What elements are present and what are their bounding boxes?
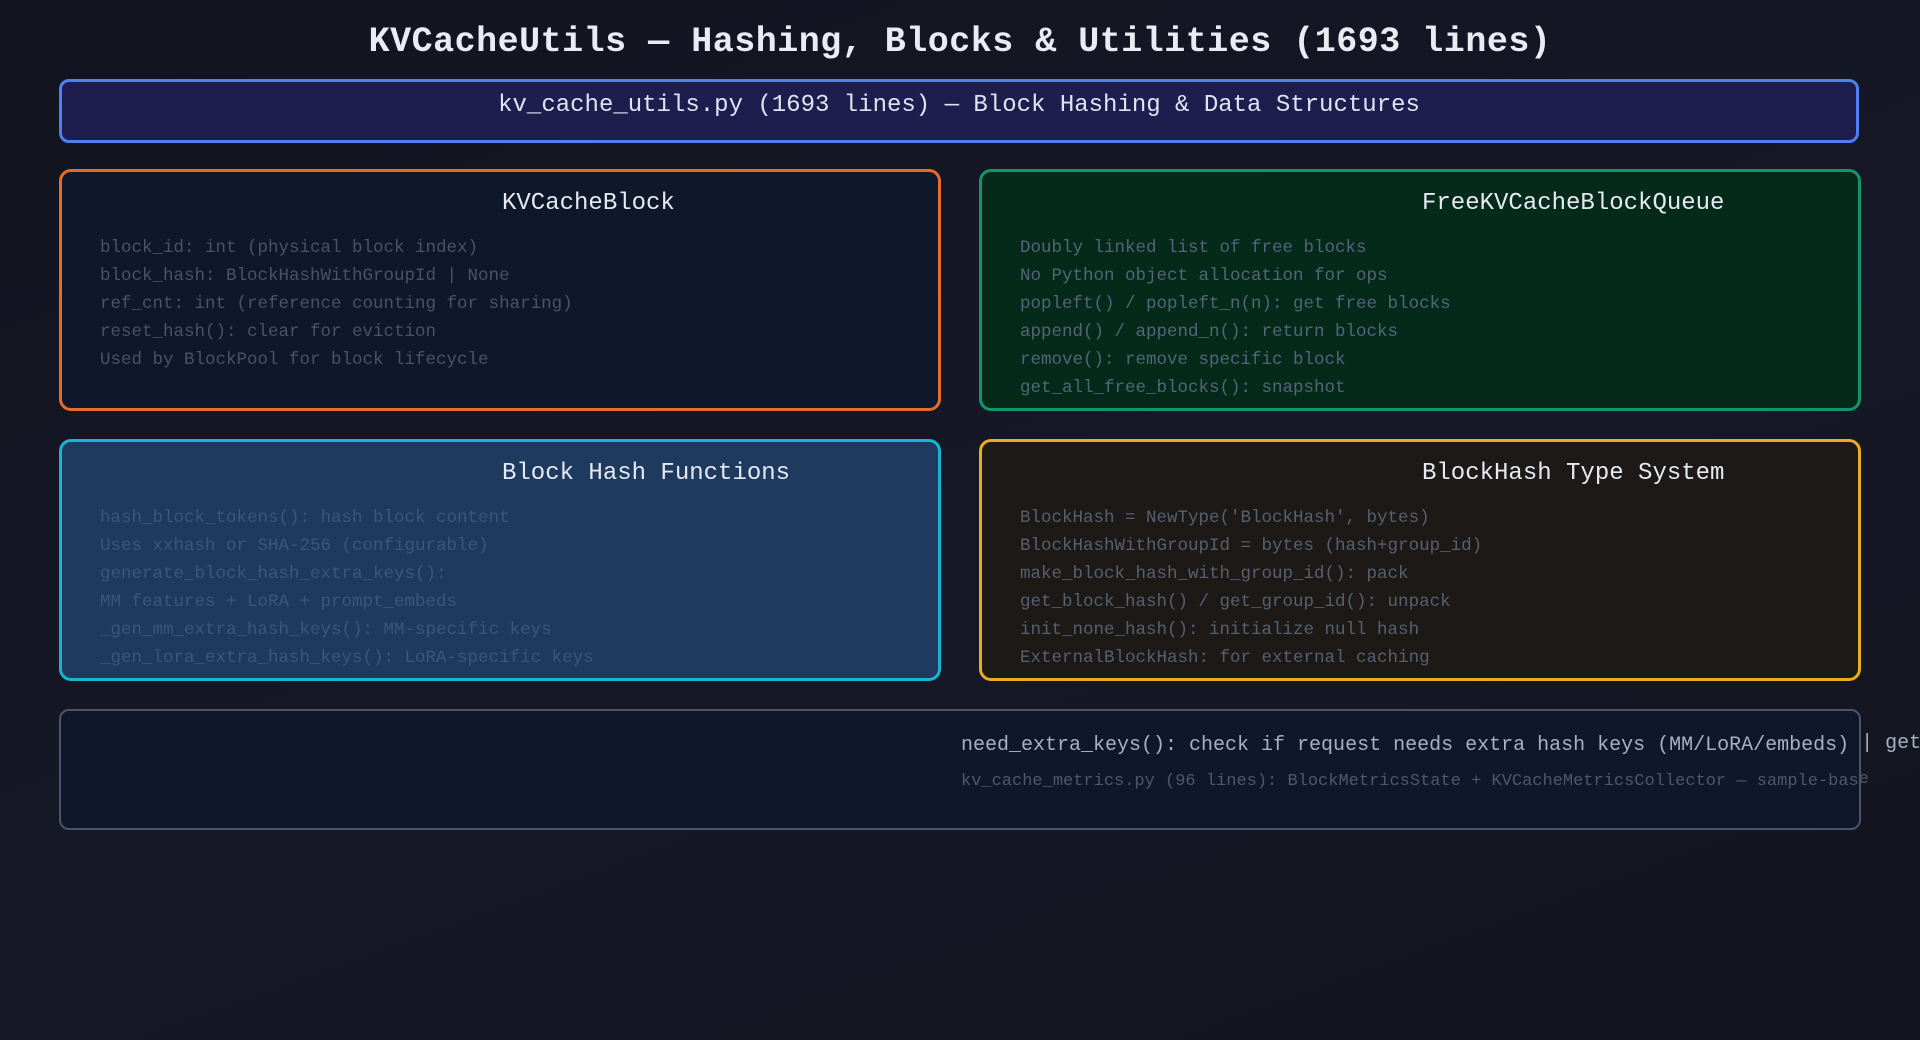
footer-metrics-line: kv_cache_metrics.py (96 lines): BlockMet… [961,772,1861,791]
free-block-queue-title: FreeKVCacheBlockQueue [1422,190,1725,217]
block-hash-functions-card: Block Hash Functions hash_block_tokens()… [59,439,941,681]
free-block-queue-lines: Doubly linked list of free blocks No Pyt… [1020,234,1451,402]
card-line: _gen_lora_extra_hash_keys(): LoRA-specif… [100,648,594,668]
card-line: Uses xxhash or SHA-256 (configurable) [100,536,489,556]
card-line: MM features + LoRA + prompt_embeds [100,592,458,612]
kvcacheblock-lines: block_id: int (physical block index) blo… [100,234,573,374]
blockhash-type-system-lines: BlockHash = NewType('BlockHash', bytes) … [1020,504,1482,672]
footer-overflow-text: kv_cache_metrics.py (96 lines): BlockMet… [1861,770,1869,789]
card-line: init_none_hash(): initialize null hash [1020,620,1420,640]
card-line: Doubly linked list of free blocks [1020,238,1367,258]
card-line: _gen_mm_extra_hash_keys(): MM-specific k… [100,620,552,640]
kvcacheblock-title: KVCacheBlock [502,190,675,217]
card-line: get_all_free_blocks(): snapshot [1020,378,1346,398]
card-line: block_id: int (physical block index) [100,238,479,258]
footer-metrics-line-overflow: kv_cache_metrics.py (96 lines): BlockMet… [1861,770,1920,789]
block-hash-functions-lines: hash_block_tokens(): hash block content … [100,504,594,672]
card-line: get_block_hash() / get_group_id(): unpac… [1020,592,1451,612]
card-line: block_hash: BlockHashWithGroupId | None [100,266,510,286]
blockhash-type-system-title: BlockHash Type System [1422,460,1725,487]
card-line: BlockHash = NewType('BlockHash', bytes) [1020,508,1430,528]
card-line: ref_cnt: int (reference counting for sha… [100,294,573,314]
blockhash-type-system-card: BlockHash Type System BlockHash = NewTyp… [979,439,1861,681]
block-hash-functions-title: Block Hash Functions [502,460,791,487]
card-line: append() / append_n(): return blocks [1020,322,1399,342]
banner-text: kv_cache_utils.py (1693 lines) — Block H… [498,92,1420,119]
footer-utilities-line-overflow: need_extra_keys(): check if request need… [1861,732,1920,755]
utilities-footer-box: need_extra_keys(): check if request need… [59,709,1861,830]
card-line: Used by BlockPool for block lifecycle [100,350,489,370]
kvcacheblock-card: KVCacheBlock block_id: int (physical blo… [59,169,941,411]
footer-overflow-text: need_extra_keys(): check if request need… [1861,732,1920,755]
file-banner: kv_cache_utils.py (1693 lines) — Block H… [59,79,1859,143]
card-line: No Python object allocation for ops [1020,266,1388,286]
card-line: make_block_hash_with_group_id(): pack [1020,564,1409,584]
card-line: ExternalBlockHash: for external caching [1020,648,1430,668]
page-title: KVCacheUtils — Hashing, Blocks & Utiliti… [368,22,1552,62]
footer-utilities-line: need_extra_keys(): check if request need… [961,734,1861,757]
card-line: hash_block_tokens(): hash block content [100,508,510,528]
card-line: BlockHashWithGroupId = bytes (hash+group… [1020,536,1483,556]
free-block-queue-card: FreeKVCacheBlockQueue Doubly linked list… [979,169,1861,411]
card-line: popleft() / popleft_n(n): get free block… [1020,294,1451,314]
card-line: reset_hash(): clear for eviction [100,322,437,342]
card-line: remove(): remove specific block [1020,350,1346,370]
card-line: generate_block_hash_extra_keys(): [100,564,447,584]
